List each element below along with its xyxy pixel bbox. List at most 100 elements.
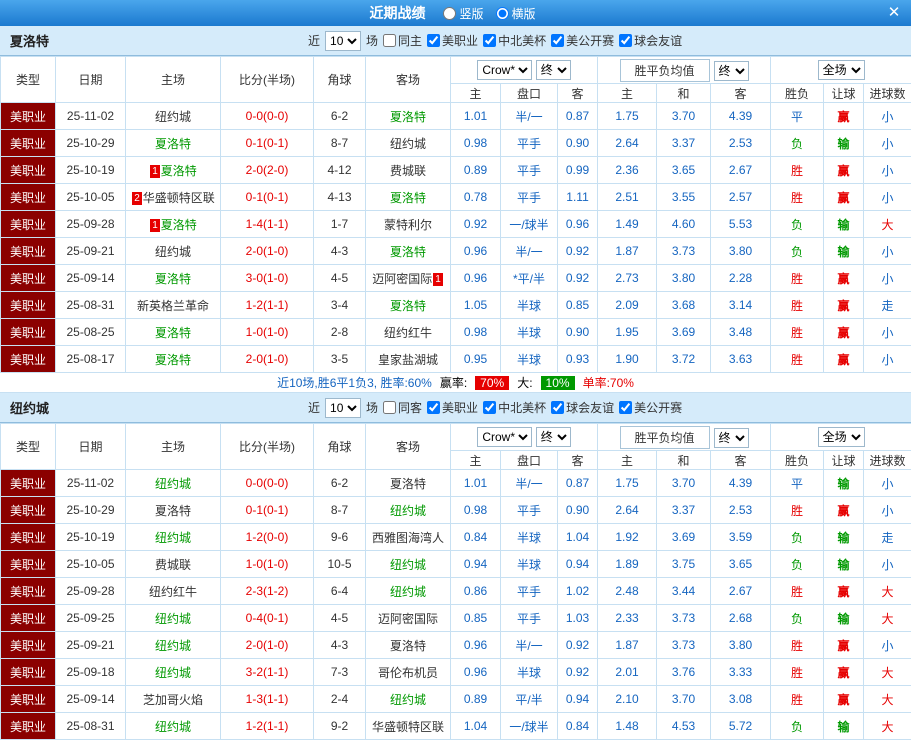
asia-final-select[interactable]: 终 — [535, 427, 571, 447]
home-team: 纽约城 — [125, 712, 221, 740]
team-link[interactable]: 夏洛特 — [155, 272, 191, 286]
bookmaker-select[interactable]: Crow* — [477, 60, 533, 80]
europe-final-select[interactable]: 终 — [713, 427, 749, 448]
team-link[interactable]: 华盛顿特区联 — [372, 720, 444, 734]
bookmaker-select[interactable]: Crow* — [477, 427, 533, 447]
asia-handicap: 平/半 — [500, 685, 558, 713]
team-link[interactable]: 纽约城 — [155, 639, 191, 653]
euro-draw-odds: 4.60 — [656, 210, 712, 238]
asia-final-select[interactable]: 终 — [535, 60, 571, 80]
league-input[interactable] — [427, 401, 441, 414]
same-venue-checkbox[interactable]: 同客 — [383, 399, 422, 416]
team-link[interactable]: 华盛顿特区联 — [143, 191, 215, 205]
team-link[interactable]: 纽约红牛 — [149, 585, 197, 599]
euro-win-odds: 1.95 — [597, 318, 658, 346]
league-type: 美职业 — [0, 102, 56, 130]
asia-handicap: 半球 — [500, 550, 558, 578]
team-link[interactable]: 夏洛特 — [155, 326, 191, 340]
team-link[interactable]: 夏洛特 — [161, 164, 197, 178]
team-link[interactable]: 纽约城 — [155, 720, 191, 734]
team-link[interactable]: 纽约城 — [155, 110, 191, 124]
team-link[interactable]: 纽约城 — [155, 245, 191, 259]
corner-score: 2-8 — [313, 318, 366, 346]
team-link[interactable]: 迈阿密国际 — [378, 612, 438, 626]
team-link[interactable]: 纽约城 — [390, 137, 426, 151]
team-link[interactable]: 纽约城 — [155, 531, 191, 545]
asia-away-odds: 0.84 — [556, 712, 599, 740]
team-link[interactable]: 西雅图海湾人 — [372, 531, 444, 545]
team-link[interactable]: 夏洛特 — [390, 110, 426, 124]
layout-radio-vertical[interactable]: 竖版 — [443, 5, 484, 22]
team-link[interactable]: 夏洛特 — [390, 299, 426, 313]
team-link[interactable]: 费城联 — [155, 558, 191, 572]
team-link[interactable]: 纽约红牛 — [384, 326, 432, 340]
team-link[interactable]: 哥伦布机员 — [378, 666, 438, 680]
horizontal-radio[interactable] — [495, 6, 509, 20]
league-checkbox-concacaf[interactable]: 中北美杯 — [483, 32, 546, 49]
team-link[interactable]: 纽约城 — [155, 477, 191, 491]
sub-col-result: 胜负 — [770, 83, 825, 103]
league-checkbox-mls[interactable]: 美职业 — [427, 32, 478, 49]
result-cell: 负 — [770, 210, 825, 238]
team-link[interactable]: 迈阿密国际 — [372, 272, 432, 286]
league-checkbox-friendly[interactable]: 球会友谊 — [551, 399, 614, 416]
league-checkbox-open-cup[interactable]: 美公开赛 — [619, 399, 682, 416]
team-link[interactable]: 夏洛特 — [390, 639, 426, 653]
scope-select[interactable]: 全场 — [817, 427, 865, 447]
single-rate: 单率:70% — [582, 376, 634, 390]
league-input[interactable] — [619, 401, 633, 414]
match-count-select[interactable]: 10 — [325, 397, 362, 418]
league-checkbox-friendly[interactable]: 球会友谊 — [619, 32, 682, 49]
asia-away-odds: 0.90 — [556, 129, 599, 157]
team-link[interactable]: 纽约城 — [155, 612, 191, 626]
layout-radio-horizontal[interactable]: 横版 — [495, 5, 536, 22]
match-date: 25-09-28 — [55, 210, 126, 238]
team-link[interactable]: 夏洛特 — [155, 504, 191, 518]
away-team: 夏洛特 — [365, 237, 451, 265]
league-input[interactable] — [551, 34, 565, 47]
match-date: 25-11-02 — [55, 469, 126, 497]
team-link[interactable]: 芝加哥火焰 — [143, 693, 203, 707]
europe-final-select[interactable]: 终 — [713, 60, 749, 81]
team-link[interactable]: 皇家盐湖城 — [378, 353, 438, 367]
match-count-select[interactable]: 10 — [325, 30, 362, 51]
euro-win-odds: 1.75 — [597, 102, 658, 130]
team-link[interactable]: 纽约城 — [390, 504, 426, 518]
league-input[interactable] — [551, 401, 565, 414]
team-link[interactable]: 夏洛特 — [155, 353, 191, 367]
team-link[interactable]: 纽约城 — [155, 666, 191, 680]
league-input[interactable] — [427, 34, 441, 47]
same-venue-input[interactable] — [383, 401, 397, 414]
team-link[interactable]: 夏洛特 — [155, 137, 191, 151]
close-icon[interactable]: ✕ — [884, 3, 904, 23]
league-input[interactable] — [483, 34, 497, 47]
team-link[interactable]: 夏洛特 — [390, 477, 426, 491]
team-link[interactable]: 夏洛特 — [390, 191, 426, 205]
scope-select[interactable]: 全场 — [817, 60, 865, 80]
col-date: 日期 — [55, 56, 126, 103]
team-link[interactable]: 纽约城 — [390, 585, 426, 599]
asia-home-odds: 0.78 — [450, 183, 501, 211]
team-link[interactable]: 夏洛特 — [161, 218, 197, 232]
euro-lose-odds: 3.48 — [710, 318, 772, 346]
team-link[interactable]: 纽约城 — [390, 693, 426, 707]
away-team: 纽约城 — [365, 685, 451, 713]
team-link[interactable]: 夏洛特 — [390, 245, 426, 259]
team-link[interactable]: 蒙特利尔 — [384, 218, 432, 232]
matches-label: 场 — [366, 34, 379, 48]
league-input[interactable] — [483, 401, 497, 414]
away-team: 纽约城 — [365, 550, 451, 578]
same-venue-checkbox[interactable]: 同主 — [383, 32, 422, 49]
match-score: 3-2(1-1) — [220, 658, 314, 686]
team-link[interactable]: 纽约城 — [390, 558, 426, 572]
euro-win-odds: 1.87 — [597, 631, 658, 659]
team-link[interactable]: 费城联 — [390, 164, 426, 178]
team-link[interactable]: 新英格兰革命 — [137, 299, 209, 313]
vertical-radio[interactable] — [443, 6, 457, 20]
page-title: 近期战绩 — [369, 5, 426, 21]
league-input[interactable] — [619, 34, 633, 47]
same-venue-input[interactable] — [383, 34, 397, 47]
league-checkbox-concacaf[interactable]: 中北美杯 — [483, 399, 546, 416]
league-checkbox-open-cup[interactable]: 美公开赛 — [551, 32, 614, 49]
league-checkbox-mls[interactable]: 美职业 — [427, 399, 478, 416]
